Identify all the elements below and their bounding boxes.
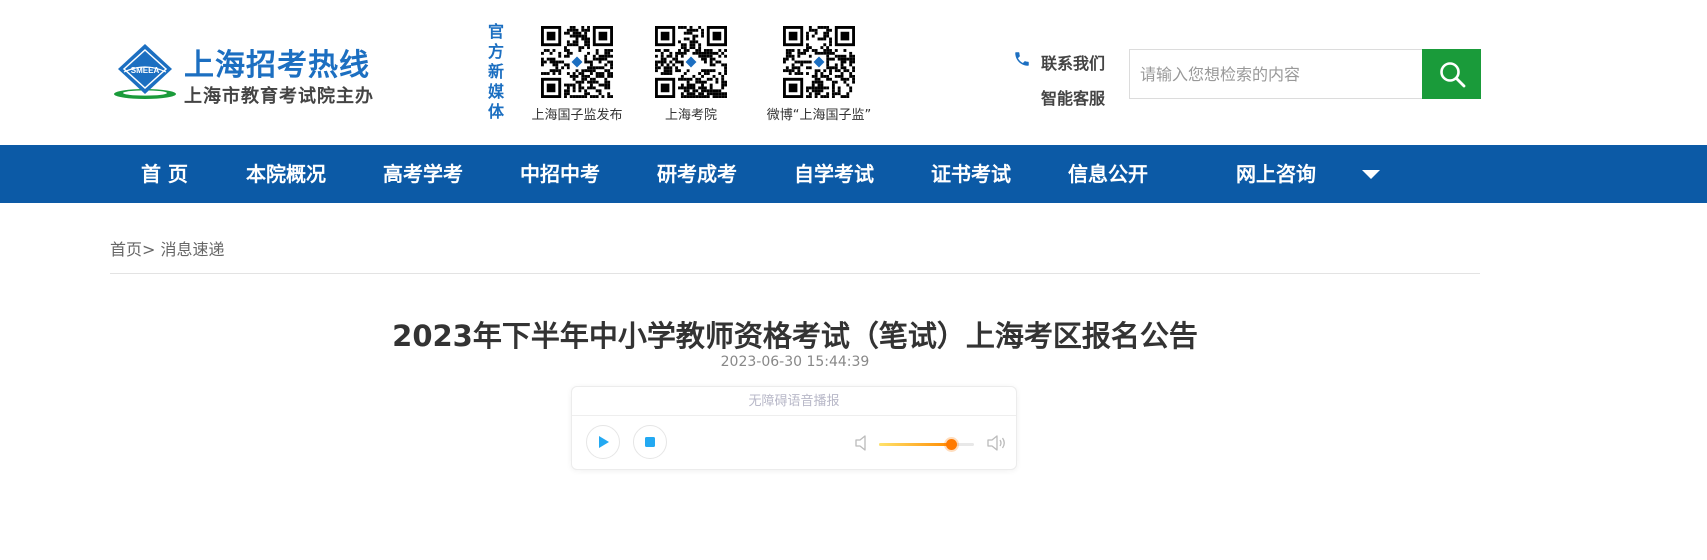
volume-slider[interactable] bbox=[879, 439, 974, 450]
qr-code-icon bbox=[541, 26, 613, 98]
nav-item-consult[interactable]: 网上咨询 bbox=[1236, 145, 1316, 203]
nav-item-about[interactable]: 本院概况 bbox=[246, 145, 326, 203]
nav-item-self-study[interactable]: 自学考试 bbox=[794, 145, 874, 203]
emblem-icon: SMEEA bbox=[114, 44, 176, 99]
audio-player: 无障碍语音播报 bbox=[571, 386, 1017, 470]
breadcrumb-current[interactable]: 消息速递 bbox=[161, 240, 225, 259]
play-button[interactable] bbox=[586, 425, 620, 459]
qr-code-icon bbox=[783, 26, 855, 98]
qr-code-icon bbox=[655, 26, 727, 98]
logo-subtitle: 上海市教育考试院主办 bbox=[184, 86, 374, 107]
nav-item-gaokao[interactable]: 高考学考 bbox=[383, 145, 463, 203]
volume-high-icon[interactable] bbox=[986, 434, 1008, 452]
search-button[interactable] bbox=[1422, 49, 1481, 99]
contact-us-link[interactable]: 联系我们 bbox=[1041, 50, 1105, 74]
stop-button[interactable] bbox=[633, 425, 667, 459]
breadcrumb-separator: > bbox=[142, 240, 156, 259]
divider bbox=[110, 273, 1480, 274]
site-logo[interactable]: SMEEA 上海招考热线 上海市教育考试院主办 bbox=[112, 36, 382, 108]
volume-low-icon[interactable] bbox=[854, 434, 870, 452]
qr-caption: 上海考院 bbox=[664, 108, 717, 123]
player-title: 无障碍语音播报 bbox=[572, 387, 1016, 416]
article-date: 2023-06-30 15:44:39 bbox=[720, 354, 870, 370]
nav-item-info-public[interactable]: 信息公开 bbox=[1068, 145, 1148, 203]
nav-item-certificate[interactable]: 证书考试 bbox=[931, 145, 1011, 203]
volume-knob[interactable] bbox=[946, 439, 958, 450]
search-input[interactable] bbox=[1130, 50, 1424, 98]
search-icon bbox=[1439, 62, 1465, 88]
breadcrumb: 首页> 消息速递 bbox=[110, 236, 225, 260]
qr-caption: 微博“上海国子监” bbox=[766, 108, 872, 123]
nav-item-zhongkao[interactable]: 中招中考 bbox=[520, 145, 600, 203]
breadcrumb-home[interactable]: 首页 bbox=[110, 240, 142, 259]
play-icon bbox=[599, 436, 609, 448]
qr-caption: 上海国子监发布 bbox=[531, 108, 623, 123]
main-nav: 首 页 本院概况 高考学考 中招中考 研考成考 自学考试 证书考试 信息公开 网… bbox=[0, 145, 1707, 203]
stop-icon bbox=[645, 437, 655, 447]
nav-item-home[interactable]: 首 页 bbox=[141, 145, 188, 203]
logo-title: 上海招考热线 bbox=[184, 48, 370, 83]
smart-service-link[interactable]: 智能客服 bbox=[1041, 85, 1105, 109]
new-media-label: 官方新媒体 bbox=[487, 22, 504, 121]
phone-icon bbox=[1015, 52, 1029, 66]
article-title: 2023年下半年中小学教师资格考试（笔试）上海考区报名公告 bbox=[392, 319, 1198, 353]
nav-item-yankao[interactable]: 研考成考 bbox=[657, 145, 737, 203]
volume-fill bbox=[879, 443, 952, 446]
triangle-down-icon[interactable] bbox=[1362, 170, 1380, 179]
emblem-text: SMEEA bbox=[131, 66, 160, 75]
search-box bbox=[1129, 49, 1481, 99]
